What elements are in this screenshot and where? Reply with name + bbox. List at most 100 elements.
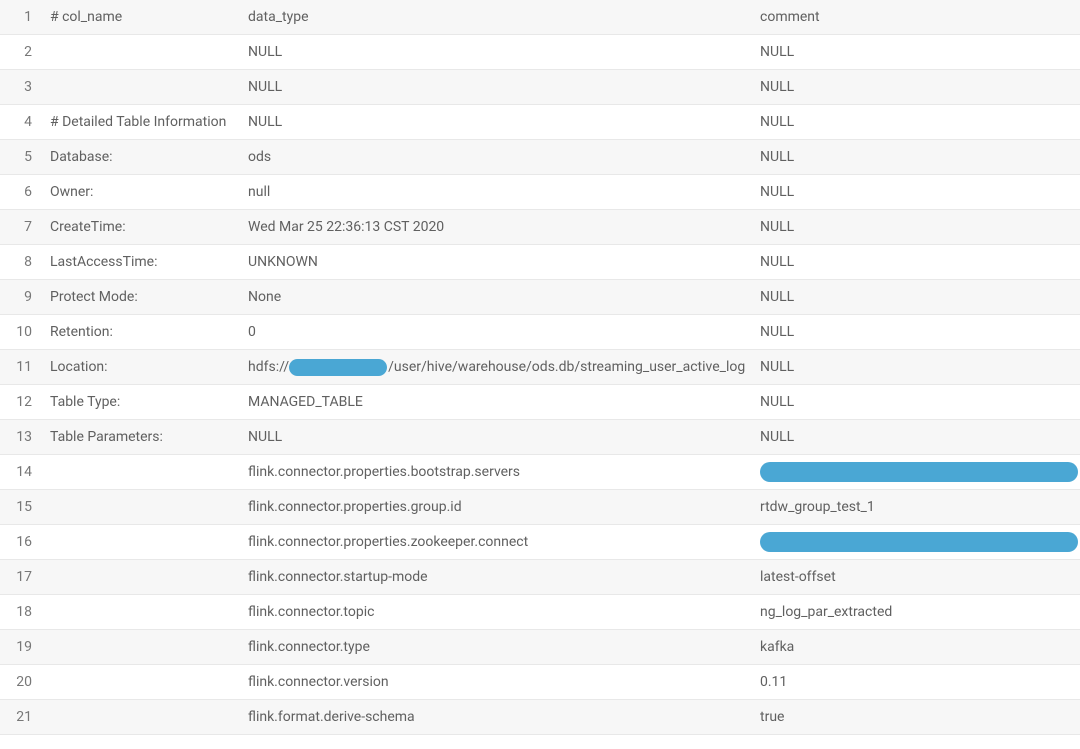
data-type-cell: Wed Mar 25 22:36:13 CST 2020 [244,219,756,235]
table-row[interactable]: 2 NULLNULL [0,35,1080,70]
data-type-cell: hdfs:// /user/hive/warehouse/ods.db/strea… [244,359,756,376]
horizontal-scrollbar[interactable] [46,737,1070,749]
row-index: 13 [4,429,46,445]
row-index: 21 [4,709,46,725]
comment-cell: rtdw_group_test_1 [756,499,1080,515]
col-name-cell: Protect Mode: [46,289,244,305]
comment-cell: NULL [756,44,1080,60]
data-type-cell: UNKNOWN [244,254,756,270]
comment-cell: ng_log_par_extracted [756,604,1080,620]
row-index: 17 [4,569,46,585]
col-name-cell: Retention: [46,324,244,340]
comment-cell: NULL [756,79,1080,95]
redacted-value [760,532,1078,552]
comment-cell [756,532,1080,552]
comment-cell: kafka [756,639,1080,655]
table-row[interactable]: 17 flink.connector.startup-modelatest-off… [0,560,1080,595]
data-type-cell: MANAGED_TABLE [244,394,756,410]
row-index: 20 [4,674,46,690]
comment-cell: NULL [756,114,1080,130]
table-row[interactable]: 14 flink.connector.properties.bootstrap.s… [0,455,1080,490]
table-row[interactable]: 13Table Parameters:NULLNULL [0,420,1080,455]
row-index: 14 [4,464,46,480]
table-row[interactable]: 6Owner:nullNULL [0,175,1080,210]
table-row[interactable]: 19 flink.connector.typekafka [0,630,1080,665]
table-row[interactable]: 16flink.connector.properties.zookeeper.c… [0,525,1080,560]
comment-cell [756,462,1080,482]
row-index: 15 [4,499,46,515]
data-type-cell: NULL [244,79,756,95]
col-name-cell: Owner: [46,184,244,200]
table-metadata: 1# col_namedata_typecomment2NULLNULL3NUL… [0,0,1080,735]
row-index: 1 [4,9,46,25]
redacted-value [760,462,1078,482]
table-row[interactable]: 15 flink.connector.properties.group.idrtd… [0,490,1080,525]
data-type-cell: None [244,289,756,305]
table-row[interactable]: 12Table Type:MANAGED_TABLENULL [0,385,1080,420]
row-index: 18 [4,604,46,620]
row-index: 6 [4,184,46,200]
row-index: 12 [4,394,46,410]
comment-cell: comment [756,9,1080,25]
row-index: 5 [4,149,46,165]
data-type-cell: flink.connector.properties.group.id [244,499,756,515]
table-row[interactable]: 3 NULLNULL [0,70,1080,105]
row-index: 10 [4,324,46,340]
data-type-cell: flink.connector.topic [244,604,756,620]
table-row[interactable]: 21 flink.format.derive-schematrue [0,700,1080,735]
data-type-cell: 0 [244,324,756,340]
comment-cell: 0.11 [756,674,1080,690]
data-type-cell: NULL [244,114,756,130]
data-type-cell: data_type [244,9,756,25]
table-row[interactable]: 20 flink.connector.version0.11 [0,665,1080,700]
col-name-cell: # col_name [46,9,244,25]
col-name-cell: # Detailed Table Information [46,114,244,130]
redacted-host [289,359,387,376]
col-name-cell: Table Type: [46,394,244,410]
comment-cell: true [756,709,1080,725]
col-name-cell: CreateTime: [46,219,244,235]
table-row[interactable]: 7CreateTime:Wed Mar 25 22:36:13 CST 2020… [0,210,1080,245]
location-prefix: hdfs:// [248,359,289,375]
row-index: 7 [4,219,46,235]
data-type-cell: flink.connector.startup-mode [244,569,756,585]
comment-cell: NULL [756,149,1080,165]
data-type-cell: flink.connector.properties.zookeeper.con… [244,534,756,550]
comment-cell: NULL [756,219,1080,235]
comment-cell: NULL [756,394,1080,410]
data-type-cell: NULL [244,429,756,445]
comment-cell: NULL [756,184,1080,200]
location-suffix: /user/hive/warehouse/ods.db/streaming_us… [388,359,745,375]
table-row[interactable]: 8LastAccessTime:UNKNOWNNULL [0,245,1080,280]
table-row[interactable]: 1# col_namedata_typecomment [0,0,1080,35]
comment-cell: NULL [756,289,1080,305]
comment-cell: latest-offset [756,569,1080,585]
data-type-cell: NULL [244,44,756,60]
comment-cell: NULL [756,254,1080,270]
row-index: 9 [4,289,46,305]
table-row[interactable]: 4# Detailed Table InformationNULLNULL [0,105,1080,140]
table-row[interactable]: 9Protect Mode:NoneNULL [0,280,1080,315]
row-index: 3 [4,79,46,95]
data-type-cell: flink.connector.properties.bootstrap.ser… [244,464,756,480]
table-row[interactable]: 5Database:odsNULL [0,140,1080,175]
data-type-cell: null [244,184,756,200]
row-index: 4 [4,114,46,130]
row-index: 8 [4,254,46,270]
row-index: 2 [4,44,46,60]
data-type-cell: flink.connector.version [244,674,756,690]
data-type-cell: flink.connector.type [244,639,756,655]
row-index: 11 [4,359,46,375]
table-row[interactable]: 18 flink.connector.topicng_log_par_extrac… [0,595,1080,630]
comment-cell: NULL [756,429,1080,445]
col-name-cell: LastAccessTime: [46,254,244,270]
comment-cell: NULL [756,359,1080,375]
comment-cell: NULL [756,324,1080,340]
data-type-cell: flink.format.derive-schema [244,709,756,725]
table-row[interactable]: 11Location:hdfs:// /user/hive/warehouse/o… [0,350,1080,385]
col-name-cell: Table Parameters: [46,429,244,445]
table-row[interactable]: 10Retention:0NULL [0,315,1080,350]
col-name-cell: Location: [46,359,244,375]
col-name-cell: Database: [46,149,244,165]
row-index: 19 [4,639,46,655]
